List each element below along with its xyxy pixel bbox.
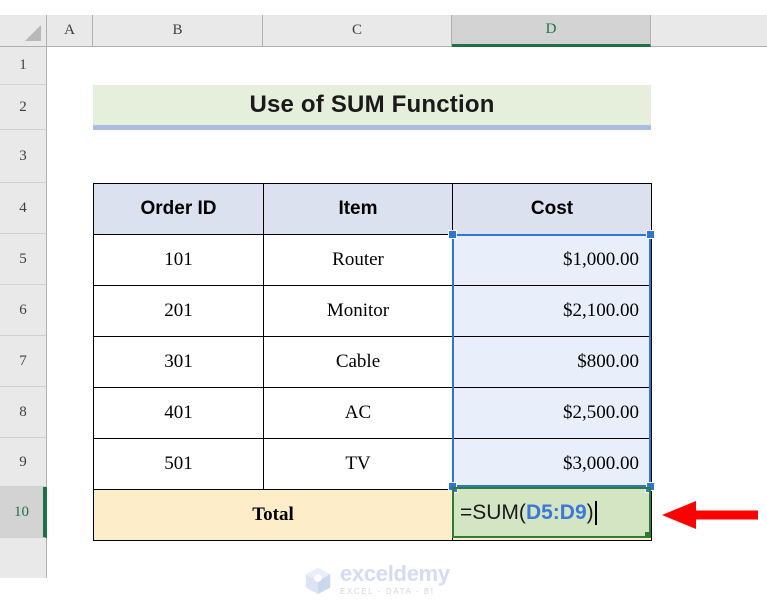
row-header-10-label: 10 <box>14 503 29 520</box>
row-header-1[interactable]: 1 <box>0 47 47 85</box>
cell-total-label[interactable]: Total <box>93 489 453 541</box>
column-header-b-label: B <box>172 22 183 38</box>
row-header-5[interactable]: 5 <box>0 234 47 285</box>
table-row: 301 Cable $800.00 <box>93 336 652 388</box>
cell-item[interactable]: AC <box>263 387 453 439</box>
table-row: 401 AC $2,500.00 <box>93 387 652 439</box>
cell-order-id[interactable]: 501 <box>93 438 264 490</box>
red-arrow-annotation-icon <box>662 501 758 529</box>
select-all-triangle-icon <box>25 25 41 41</box>
formula-edit-cell[interactable]: =SUM(D5:D9) <box>452 487 651 538</box>
cell-order-id[interactable]: 301 <box>93 336 264 388</box>
row-header-3-label: 3 <box>19 147 27 164</box>
row-header-4[interactable]: 4 <box>0 183 47 234</box>
cell-order-id[interactable]: 201 <box>93 285 264 337</box>
cell-item[interactable]: Monitor <box>263 285 453 337</box>
table-row: 501 TV $3,000.00 <box>93 438 652 490</box>
row-header-7[interactable]: 7 <box>0 336 47 387</box>
watermark-text-group: exceldemy EXCEL - DATA - BI <box>340 563 450 596</box>
row-header-8-label: 8 <box>19 403 27 420</box>
active-cell-handle-top-right[interactable] <box>645 489 649 493</box>
column-header-d-label: D <box>545 21 557 37</box>
column-header-d[interactable]: D <box>452 15 651 47</box>
formula-prefix: =SUM( <box>460 500 526 524</box>
row-header-2-label: 2 <box>19 98 27 115</box>
cell-item[interactable]: Router <box>263 234 453 286</box>
column-header-a[interactable]: A <box>47 15 93 47</box>
row-header-5-label: 5 <box>19 250 27 267</box>
column-header-e[interactable] <box>651 15 767 47</box>
sheet-title-banner[interactable]: Use of SUM Function <box>93 85 651 130</box>
table-header-cost[interactable]: Cost <box>452 183 652 235</box>
row-header-10[interactable]: 10 <box>0 487 47 538</box>
page-title: Use of SUM Function <box>249 91 495 118</box>
row-header-1-label: 1 <box>19 57 27 73</box>
row-header-8[interactable]: 8 <box>0 387 47 438</box>
exceldemy-watermark: exceldemy EXCEL - DATA - BI <box>303 563 450 596</box>
exceldemy-cube-logo-icon <box>305 567 331 594</box>
column-header-c[interactable]: C <box>263 15 452 47</box>
table-header-item[interactable]: Item <box>263 183 453 235</box>
text-cursor <box>594 500 597 525</box>
cell-cost[interactable]: $2,100.00 <box>452 285 652 337</box>
row-header-9-label: 9 <box>19 453 27 470</box>
table-header-row: Order ID Item Cost <box>93 183 652 235</box>
column-header-c-label: C <box>351 22 362 38</box>
cell-item[interactable]: TV <box>263 438 453 490</box>
formula-suffix: ) <box>586 500 594 524</box>
cell-cost[interactable]: $1,000.00 <box>452 234 652 286</box>
row-header-3[interactable]: 3 <box>0 130 47 183</box>
formula-range-reference: D5:D9 <box>525 500 587 524</box>
row-header-4-label: 4 <box>19 199 27 216</box>
fill-handle[interactable] <box>645 532 649 536</box>
row-header-11[interactable] <box>0 538 47 578</box>
row-header-6-label: 6 <box>19 301 27 318</box>
column-header-a-label: A <box>64 22 75 38</box>
watermark-tagline: EXCEL - DATA - BI <box>340 587 435 596</box>
cell-cost[interactable]: $2,500.00 <box>452 387 652 439</box>
row-header-9[interactable]: 9 <box>0 438 47 487</box>
table-header-order-id[interactable]: Order ID <box>93 183 264 235</box>
cell-order-id[interactable]: 401 <box>93 387 264 439</box>
table-row: 101 Router $1,000.00 <box>93 234 652 286</box>
watermark-brand: exceldemy <box>340 561 450 586</box>
cell-cost[interactable]: $800.00 <box>452 336 652 388</box>
spreadsheet-canvas: A B C D 1 2 3 4 5 6 7 8 9 10 Use of SUM … <box>0 0 767 612</box>
select-all-corner[interactable] <box>0 15 47 47</box>
row-header-2[interactable]: 2 <box>0 85 47 130</box>
cell-order-id[interactable]: 101 <box>93 234 264 286</box>
cell-item[interactable]: Cable <box>263 336 453 388</box>
active-cell-handle-top-left[interactable] <box>454 489 458 493</box>
table-row: 201 Monitor $2,100.00 <box>93 285 652 337</box>
row-header-6[interactable]: 6 <box>0 285 47 336</box>
column-header-b[interactable]: B <box>93 15 263 47</box>
row-header-7-label: 7 <box>19 352 27 369</box>
cell-cost[interactable]: $3,000.00 <box>452 438 652 490</box>
